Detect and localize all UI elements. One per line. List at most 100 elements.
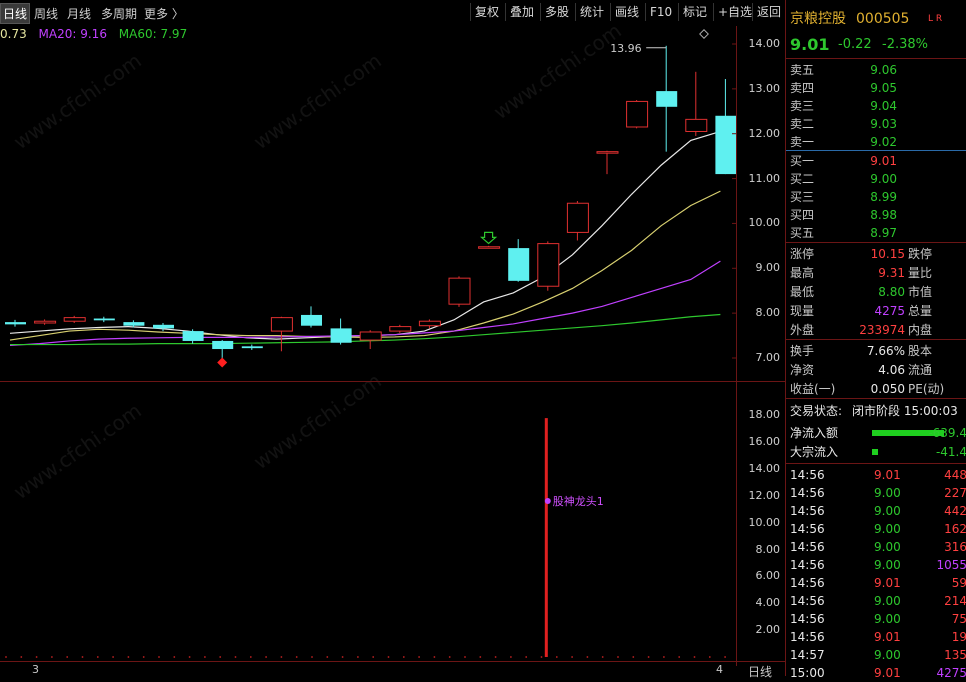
- price-change-pct: -2.38%: [882, 37, 928, 52]
- tick-dot: [479, 656, 482, 658]
- block-inflow-label: 大宗流入: [790, 445, 839, 459]
- bid-level: 买五 8.97: [790, 224, 966, 242]
- candle-body: [270, 317, 293, 332]
- stat-row: 最高 9.31 量比: [790, 264, 966, 282]
- tick-dot: [617, 656, 619, 658]
- trade-row: 14:56 9.00 316: [790, 538, 966, 556]
- trade-price: 9.00: [874, 612, 901, 626]
- tick-dot: [311, 656, 313, 658]
- stat-row: 最低 8.80 市值: [790, 283, 966, 301]
- trade-time: 14:56: [790, 558, 825, 572]
- ask-level-value: 9.02: [870, 135, 897, 149]
- trade-row: 14:56 9.01 448: [790, 466, 966, 484]
- bid-level-label: 买一: [790, 154, 815, 168]
- tick-dot: [464, 656, 466, 658]
- candle-body: [182, 331, 204, 341]
- tick-dot: [158, 656, 160, 658]
- watermark: www.cfchi.com: [489, 18, 626, 124]
- bid-level-value: 8.97: [870, 226, 897, 240]
- trade-volume: 227: [944, 486, 966, 500]
- trade-time: 15:00: [790, 666, 825, 680]
- bid-level-value: 9.01: [870, 154, 897, 168]
- kline-chart[interactable]: www.cfchi.com www.cfchi.com www.cfchi.com w…: [0, 0, 736, 676]
- tick-dot: [127, 656, 130, 658]
- trade-volume: 19: [951, 630, 966, 644]
- trade-volume: 135: [944, 648, 966, 662]
- trade-volume: 4275: [936, 666, 966, 680]
- tick-dot: [173, 656, 176, 658]
- candle-body: [626, 100, 649, 128]
- bid-level-label: 买三: [790, 190, 815, 204]
- volume-axis: 18.00 16.00 14.00 12.00 10.00 8.00 6.00 4.00 2.0…: [738, 0, 784, 661]
- trade-volume: 442: [944, 504, 966, 518]
- tick-dot: [20, 656, 23, 658]
- stat-row-label2: 市值: [908, 285, 933, 299]
- candle-body: [34, 320, 57, 324]
- date-start-label: 3: [32, 663, 39, 676]
- trade-row: 14:56 9.01 59: [790, 574, 966, 592]
- volume-tick: 4.00: [755, 596, 781, 610]
- trade-time: 14:56: [790, 540, 825, 554]
- trade-volume: 448: [944, 468, 966, 482]
- stat-row-value: 4275: [874, 304, 905, 318]
- stat-row-value: 233974: [859, 323, 905, 337]
- stat-row-value: 9.31: [878, 266, 905, 280]
- trade-time: 14:57: [790, 648, 825, 662]
- ask-level-label: 卖四: [790, 81, 815, 95]
- tick-dot: [448, 656, 451, 658]
- volume-tick: 16.00: [748, 435, 781, 449]
- candle-body: [5, 322, 26, 325]
- stat-row-label2: 总量: [908, 304, 933, 318]
- stat2-row: 收益(一) 0.050 PE(动): [790, 380, 966, 398]
- bottom-divider: [0, 661, 785, 662]
- tick-dot: [280, 656, 283, 658]
- trade-price: 9.00: [874, 648, 901, 662]
- tick-dot: [693, 656, 696, 658]
- divider: [786, 242, 966, 243]
- trade-volume: 162: [944, 522, 966, 536]
- candle-body: [566, 202, 589, 233]
- tick-dot: [586, 656, 589, 658]
- down-arrow-icon: [479, 231, 498, 245]
- tick-dot: [96, 656, 99, 658]
- ask-level-value: 9.04: [870, 99, 897, 113]
- indicator-dot: [544, 498, 551, 504]
- trade-row: 14:56 9.00 227: [790, 484, 966, 502]
- stock-name: 京粮控股: [790, 11, 846, 27]
- tick-dot: [724, 656, 726, 658]
- stat2-row: 换手 7.66% 股本: [790, 342, 966, 360]
- candle-body: [715, 115, 736, 175]
- trade-price: 9.01: [874, 576, 901, 590]
- stat2-row-label: 净资: [790, 363, 815, 377]
- tick-dot: [81, 656, 84, 658]
- trade-price: 9.00: [874, 504, 901, 518]
- tick-dot: [402, 656, 405, 658]
- stat-row: 现量 4275 总量: [790, 302, 966, 320]
- divider: [786, 339, 966, 340]
- candle-body: [241, 346, 263, 349]
- tick-dot: [387, 656, 390, 658]
- tick-dot: [295, 656, 298, 658]
- stat2-row-label: 收益(一): [790, 382, 836, 396]
- period-label[interactable]: 日线: [748, 663, 772, 680]
- volume-tick: 8.00: [755, 542, 781, 556]
- indicator-label: 股神龙头1: [553, 494, 604, 508]
- stat2-row-value: 7.66%: [866, 344, 905, 358]
- candle-body: [212, 340, 234, 350]
- bid-level-value: 8.99: [870, 190, 897, 204]
- tick-dot: [494, 656, 497, 658]
- trade-time: 14:56: [790, 522, 825, 536]
- volume-tick: 6.00: [755, 569, 781, 583]
- trade-row: 14:56 9.00 442: [790, 502, 966, 520]
- stat-row-label: 外盘: [790, 323, 815, 337]
- candle-body: [448, 277, 471, 305]
- stat-row-label: 现量: [790, 304, 815, 318]
- tick-dot: [5, 656, 7, 658]
- ask-level-value: 9.05: [870, 81, 897, 95]
- trade-price: 9.00: [874, 486, 901, 500]
- trade-price: 9.00: [874, 522, 901, 536]
- trade-row: 14:57 9.00 135: [790, 646, 966, 664]
- tick-dot: [326, 656, 329, 658]
- tick-dot: [678, 656, 681, 658]
- stat-row-label2: 量比: [908, 266, 933, 280]
